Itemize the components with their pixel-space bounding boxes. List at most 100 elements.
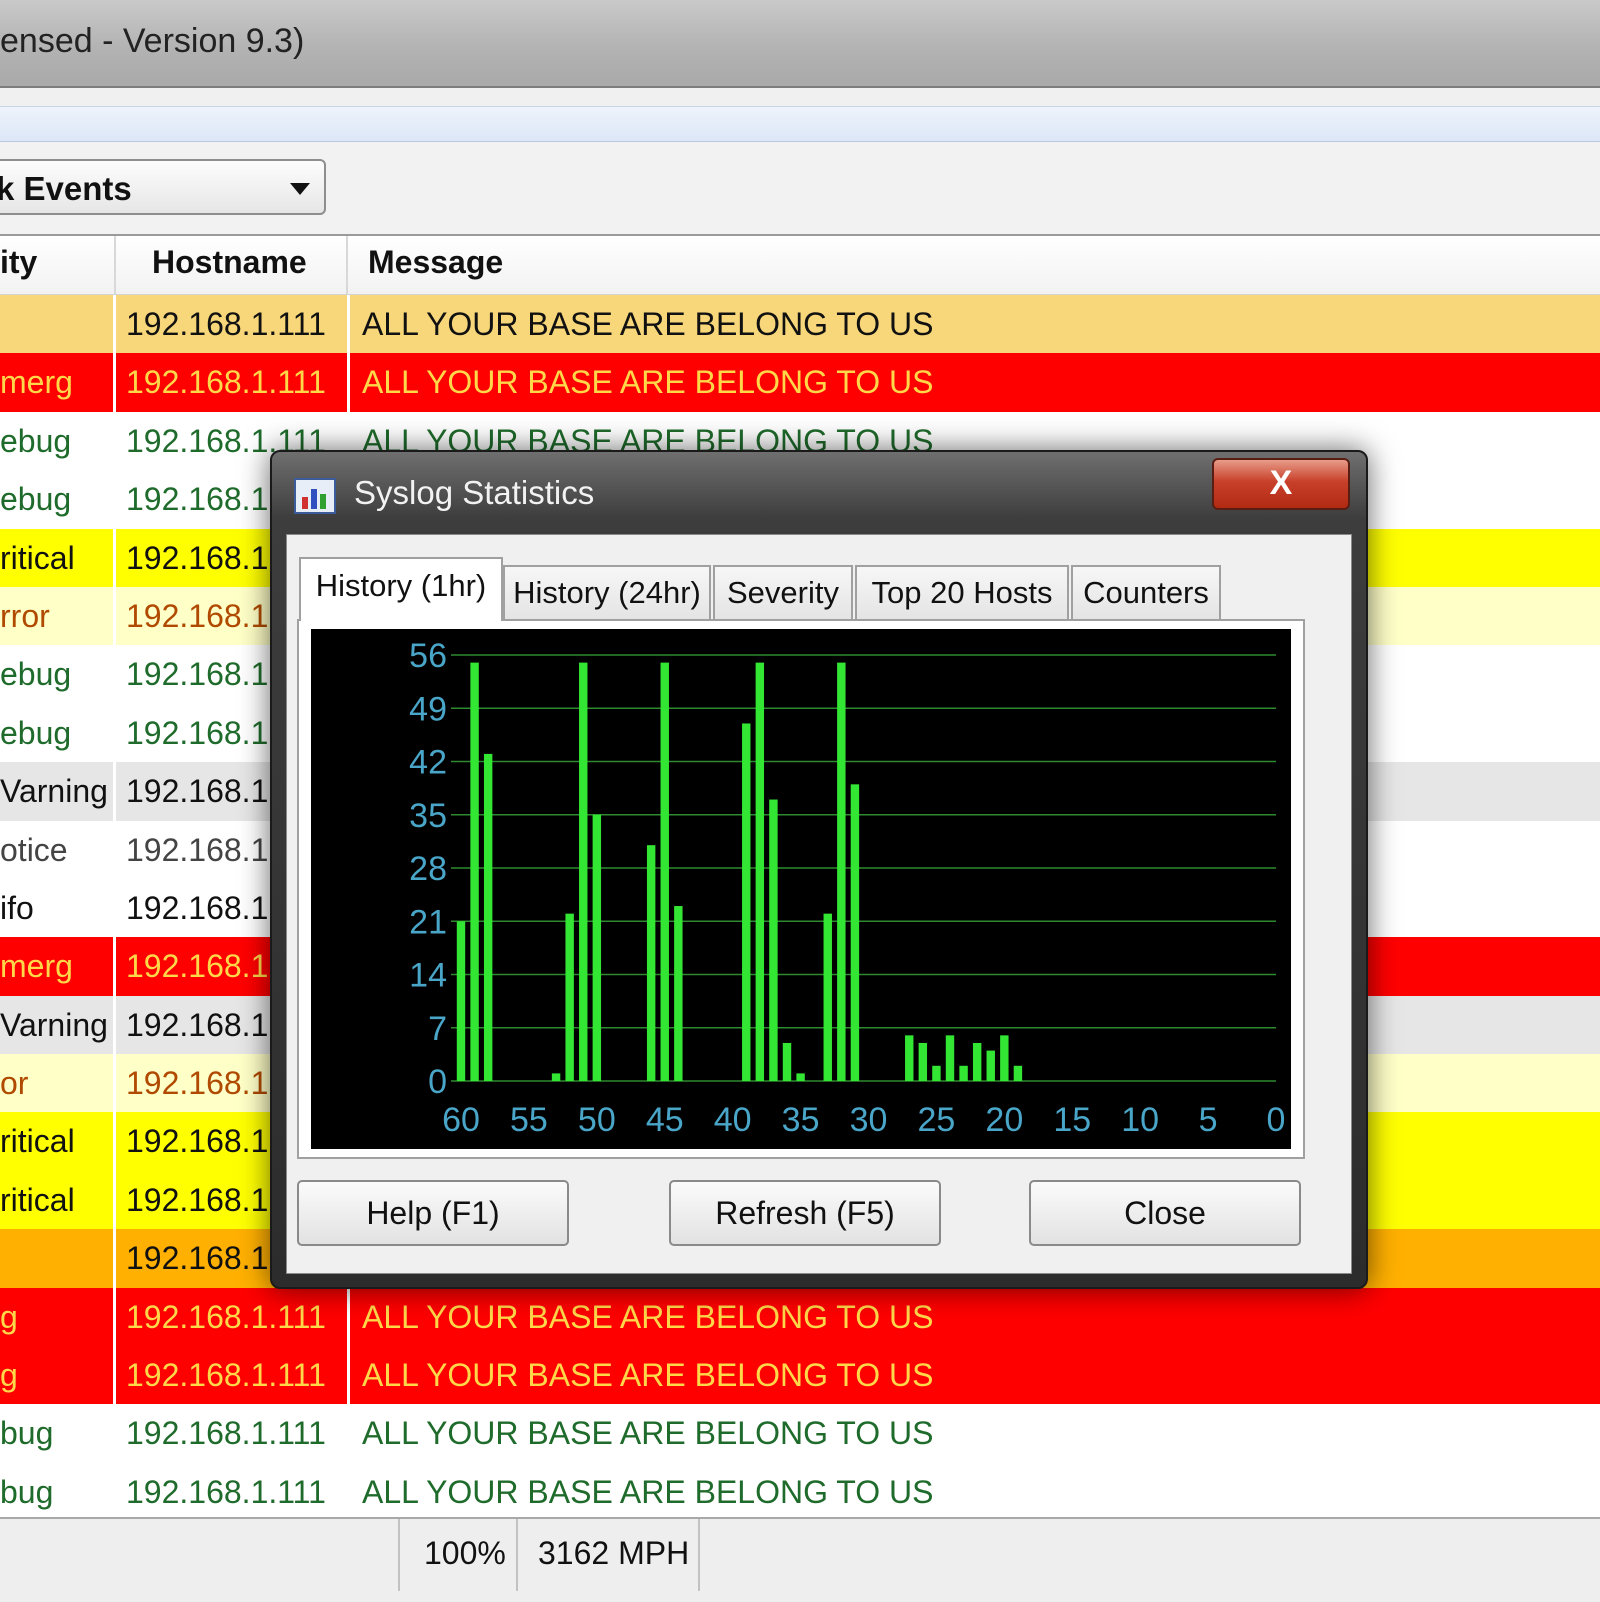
table-row[interactable]: bug 192.168.1.111 ALL YOUR BASE ARE BELONG… xyxy=(0,1404,1600,1463)
chart-bar xyxy=(755,662,765,1081)
y-tick-label: 7 xyxy=(428,1010,447,1048)
cell-severity: ritical xyxy=(0,1170,116,1230)
column-header-hostname[interactable]: Hostname xyxy=(152,244,307,281)
window-title: ensed - Version 9.3) xyxy=(0,22,305,60)
cell-hostname: 192.168.1.111 xyxy=(116,353,350,412)
status-bar: 100% 3162 MPH xyxy=(0,1517,1600,1602)
history-bar-chart: 071421283542495660 55 50 45 40 35 30 25 20 15 10 5 0 xyxy=(311,629,1291,1149)
cell-severity: ritical xyxy=(0,1112,116,1171)
cell-severity: rror xyxy=(0,586,116,646)
cell-severity: bug xyxy=(0,1404,116,1463)
dialog-title: Syslog Statistics xyxy=(354,474,595,511)
x-tick-label: 5 xyxy=(1199,1101,1218,1139)
y-tick-label: 35 xyxy=(409,797,447,835)
chart-bar xyxy=(823,913,832,1081)
toolbar: k Events xyxy=(0,142,1600,236)
tab-counters[interactable]: Counters xyxy=(1071,565,1221,619)
cell-hostname: 192.168.1.111 xyxy=(116,1404,350,1463)
chart-bar xyxy=(837,662,846,1081)
column-header-message[interactable]: Message xyxy=(368,244,503,281)
cell-message: ALL YOUR BASE ARE BELONG TO US xyxy=(362,1473,934,1510)
chart-bar xyxy=(483,753,493,1081)
cell-severity xyxy=(0,1229,116,1288)
window-title-bar: ensed - Version 9.3) xyxy=(0,0,1600,88)
chart-bar xyxy=(1000,1035,1009,1081)
table-row[interactable]: 192.168.1.111 ALL YOUR BASE ARE BELONG TO… xyxy=(0,295,1600,354)
x-tick-label: 60 xyxy=(442,1101,480,1139)
y-tick-label: 28 xyxy=(409,850,447,888)
cell-message: ALL YOUR BASE ARE BELONG TO US xyxy=(362,364,934,401)
y-tick-label: 0 xyxy=(428,1063,447,1101)
cell-severity: g xyxy=(0,1346,116,1405)
chart-bar xyxy=(456,921,466,1081)
cell-hostname: 192.168.1.111 xyxy=(116,1462,350,1522)
chart-bar xyxy=(470,662,479,1081)
chart-bar xyxy=(646,845,656,1081)
y-tick-label: 56 xyxy=(409,637,447,675)
tab-top-20-hosts[interactable]: Top 20 Hosts xyxy=(855,565,1069,619)
y-tick-label: 21 xyxy=(409,903,447,941)
grid-header: ity Hostname Message xyxy=(0,236,1600,295)
chart-bar xyxy=(551,1073,561,1081)
tab-history-1hr[interactable]: History (1hr) xyxy=(299,557,503,621)
x-tick-label: 15 xyxy=(1053,1101,1091,1139)
x-tick-label: 10 xyxy=(1121,1101,1159,1139)
y-tick-label: 14 xyxy=(409,957,447,995)
close-button[interactable]: Close xyxy=(1029,1180,1301,1246)
cell-severity: or xyxy=(0,1054,116,1113)
cell-severity: g xyxy=(0,1287,116,1347)
chart-bar xyxy=(579,662,588,1081)
chart-bar xyxy=(932,1065,941,1081)
chart-bar xyxy=(769,799,778,1081)
column-divider[interactable] xyxy=(114,236,116,294)
table-row[interactable]: bug 192.168.1.111 ALL YOUR BASE ARE BELONG… xyxy=(0,1462,1600,1522)
menu-bar xyxy=(0,88,1600,142)
column-header-severity[interactable]: ity xyxy=(0,244,37,281)
help-button[interactable]: Help (F1) xyxy=(297,1180,569,1246)
cell-severity: ifo xyxy=(0,878,116,938)
x-tick-label: 0 xyxy=(1267,1101,1286,1139)
chart-bar xyxy=(972,1042,982,1081)
chart-icon xyxy=(294,478,336,514)
chevron-down-icon[interactable] xyxy=(290,183,310,195)
event-filter-dropdown[interactable]: k Events xyxy=(0,159,326,215)
event-filter-value: k Events xyxy=(0,170,132,207)
table-row[interactable]: g 192.168.1.111 ALL YOUR BASE ARE BELONG T… xyxy=(0,1346,1600,1405)
x-tick-label: 40 xyxy=(714,1101,752,1139)
x-tick-label: 25 xyxy=(918,1101,956,1139)
table-row[interactable]: g 192.168.1.111 ALL YOUR BASE ARE BELONG T… xyxy=(0,1287,1600,1347)
status-rate: 3162 MPH xyxy=(516,1519,700,1591)
cell-hostname: 192.168.1.111 xyxy=(116,1287,350,1347)
x-tick-label: 55 xyxy=(510,1101,548,1139)
chart-bar xyxy=(592,814,602,1081)
table-row[interactable]: merg 192.168.1.111 ALL YOUR BASE ARE BELON… xyxy=(0,353,1600,412)
cell-message: ALL YOUR BASE ARE BELONG TO US xyxy=(362,1415,934,1452)
cell-severity: otice xyxy=(0,820,116,879)
chart-bar xyxy=(945,1035,955,1081)
cell-severity: Varning xyxy=(0,762,116,821)
cell-message: ALL YOUR BASE ARE BELONG TO US xyxy=(362,306,934,342)
dialog-body: History (1hr) History (24hr) Severity To… xyxy=(286,534,1352,1274)
chart-bar xyxy=(986,1050,995,1081)
status-percent: 100% xyxy=(398,1519,516,1591)
cell-severity: ebug xyxy=(0,645,116,704)
tab-history-24hr[interactable]: History (24hr) xyxy=(503,565,711,619)
chart-bar xyxy=(796,1073,805,1081)
cell-severity xyxy=(0,295,116,354)
refresh-button[interactable]: Refresh (F5) xyxy=(669,1180,941,1246)
close-icon[interactable]: X xyxy=(1212,458,1350,510)
x-tick-label: 20 xyxy=(985,1101,1023,1139)
history-tab-page: 0 7 14 21 28 35 42 49 56 60 55 50 45 40 35 30 25 20 15 10 5 0 xyxy=(297,619,1305,1159)
tab-severity[interactable]: Severity xyxy=(713,565,853,619)
cell-message: ALL YOUR BASE ARE BELONG TO US xyxy=(362,1357,934,1394)
chart-bar xyxy=(850,784,860,1081)
x-tick-label: 30 xyxy=(850,1101,888,1139)
chart-bar xyxy=(565,913,574,1081)
chart-bar xyxy=(905,1035,914,1081)
cell-severity: ritical xyxy=(0,528,116,587)
cell-severity: merg xyxy=(0,353,116,412)
cell-severity: merg xyxy=(0,937,116,996)
cell-message: ALL YOUR BASE ARE BELONG TO US xyxy=(362,1298,934,1335)
chart-bar xyxy=(660,662,669,1081)
column-divider[interactable] xyxy=(346,236,348,294)
